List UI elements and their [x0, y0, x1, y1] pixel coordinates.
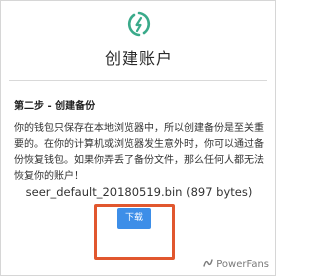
create-account-dialog: 创建账户 第二步 - 创建备份 你的钱包只保存在本地浏览器中，所以创建备份是至关… — [0, 0, 276, 276]
watermark: PowerFans — [203, 258, 269, 270]
divider — [9, 80, 267, 81]
backup-file-info: seer_default_20180519.bin (897 bytes) — [1, 185, 277, 199]
watermark-text: PowerFans — [216, 259, 269, 270]
backup-file-name: seer_default_20180519.bin — [25, 185, 183, 199]
page-title: 创建账户 — [104, 49, 173, 68]
backup-description: 你的钱包只保存在本地浏览器中，所以创建备份是至关重要的。在你的计算机或浏览器发生… — [14, 123, 264, 182]
step-title: 第二步 - 创建备份 — [14, 101, 96, 112]
wallet-logo-icon — [127, 11, 151, 37]
backup-file-size: (897 bytes) — [186, 185, 253, 199]
download-button[interactable]: 下载 — [117, 208, 151, 229]
watermark-logo-icon — [203, 259, 213, 267]
